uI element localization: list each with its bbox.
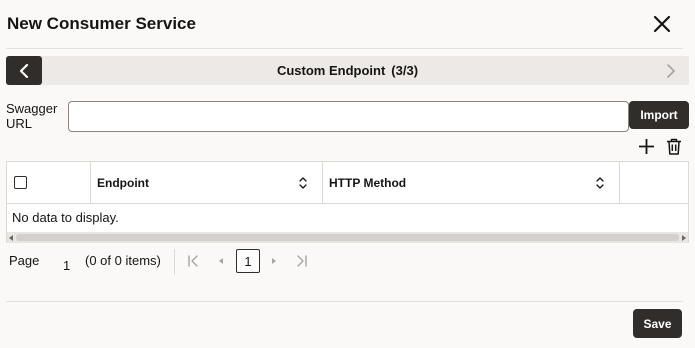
page-range-text: (0 of 0 items) bbox=[85, 253, 161, 268]
horizontal-scrollbar[interactable] bbox=[7, 232, 688, 243]
scroll-right-icon[interactable] bbox=[682, 235, 686, 241]
scrollbar-thumb[interactable] bbox=[16, 234, 679, 241]
import-button[interactable]: Import bbox=[629, 101, 689, 129]
trash-icon bbox=[667, 138, 681, 155]
last-page-button[interactable] bbox=[293, 252, 311, 270]
page-number: 1 bbox=[63, 258, 71, 273]
current-page-button[interactable]: 1 bbox=[236, 249, 260, 273]
select-all-checkbox[interactable] bbox=[14, 176, 27, 189]
previous-page-button[interactable] bbox=[212, 252, 230, 270]
scroll-left-icon[interactable] bbox=[9, 235, 13, 241]
last-page-icon bbox=[297, 255, 307, 267]
first-page-button[interactable] bbox=[184, 252, 202, 270]
endpoints-table: Endpoint HTTP Method No data to display. bbox=[6, 161, 689, 243]
swagger-url-input[interactable] bbox=[68, 101, 629, 132]
footer-divider bbox=[6, 301, 683, 302]
column-header-label: Endpoint bbox=[97, 175, 149, 190]
column-header-http-method[interactable]: HTTP Method bbox=[323, 162, 620, 204]
column-header-spacer bbox=[620, 162, 688, 204]
train-step-count: (3/3) bbox=[391, 63, 419, 78]
train-step-label: Custom Endpoint bbox=[276, 63, 386, 78]
train-step-title: Custom Endpoint (3/3) bbox=[42, 56, 653, 85]
dialog-title: New Consumer Service bbox=[7, 14, 196, 33]
save-button[interactable]: Save bbox=[633, 309, 682, 338]
next-step-button[interactable] bbox=[653, 56, 689, 85]
pager-divider bbox=[174, 249, 175, 275]
column-header-label: HTTP Method bbox=[329, 175, 407, 190]
empty-table-message: No data to display. bbox=[12, 210, 119, 225]
swagger-url-label: Swagger URL bbox=[6, 101, 58, 131]
column-header-endpoint[interactable]: Endpoint bbox=[91, 162, 323, 204]
chevron-left-icon bbox=[19, 63, 29, 78]
close-icon bbox=[653, 15, 671, 33]
chevron-right-icon bbox=[667, 63, 675, 78]
add-endpoint-button[interactable] bbox=[635, 135, 657, 157]
delete-endpoint-button[interactable] bbox=[663, 135, 685, 157]
header-divider bbox=[6, 48, 683, 49]
page-label: Page bbox=[9, 253, 40, 268]
plus-icon bbox=[638, 138, 654, 154]
sort-icon bbox=[596, 177, 604, 189]
next-page-button[interactable] bbox=[265, 252, 283, 270]
close-button[interactable] bbox=[648, 10, 676, 38]
previous-step-button[interactable] bbox=[6, 56, 42, 85]
first-page-icon bbox=[188, 255, 198, 267]
caret-right-icon bbox=[272, 258, 276, 264]
select-all-header bbox=[7, 162, 91, 204]
caret-left-icon bbox=[219, 258, 223, 264]
sort-icon bbox=[299, 177, 307, 189]
